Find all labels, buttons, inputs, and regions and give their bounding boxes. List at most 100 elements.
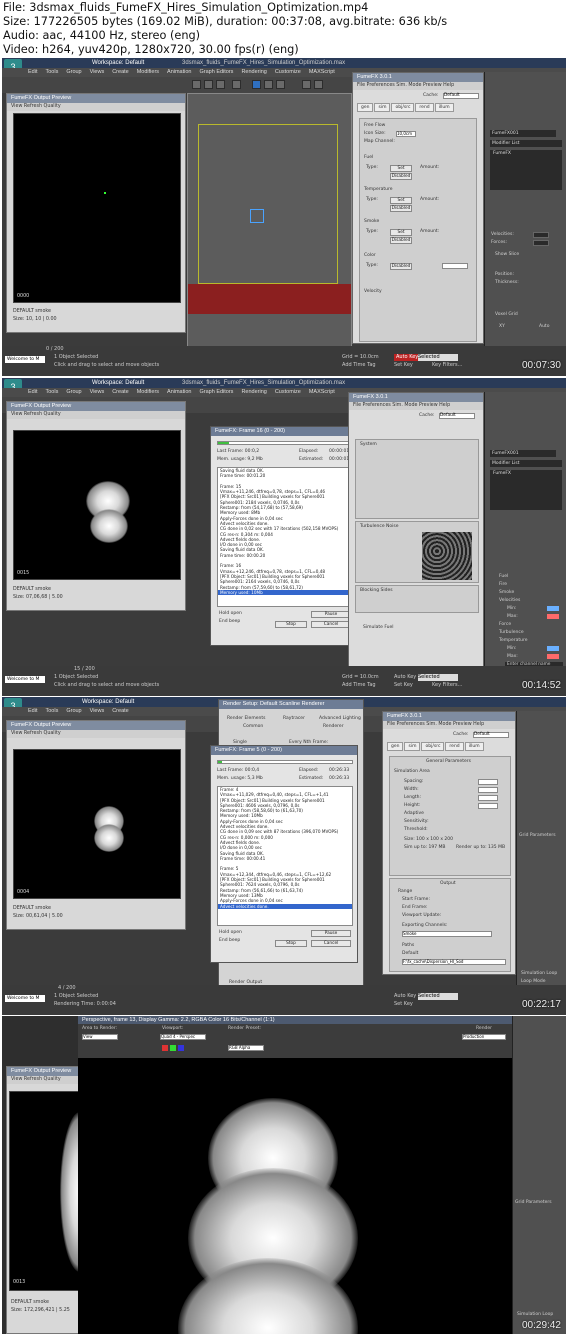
workspace-label[interactable]: Workspace: Default <box>82 697 134 707</box>
menu-customize[interactable]: Customize <box>275 388 301 397</box>
menu-rendering[interactable]: Rendering <box>241 388 266 397</box>
max-color-swatch-2[interactable] <box>547 654 559 659</box>
menu-animation[interactable]: Animation <box>167 388 191 397</box>
log-line[interactable]: CG done in 0,09 sec with 87 iterations (… <box>218 829 352 834</box>
snap-icon[interactable] <box>302 80 311 89</box>
menu-tools[interactable]: Tools <box>45 388 58 397</box>
menu-maxscript[interactable]: MAXScript <box>309 68 335 77</box>
production-dropdown[interactable]: Production <box>462 1034 506 1040</box>
modifier-stack[interactable]: FumeFX <box>490 150 562 190</box>
rotate-icon[interactable] <box>264 80 273 89</box>
fuel-checkbox[interactable]: Fuel <box>499 574 508 580</box>
scale-icon[interactable] <box>276 80 285 89</box>
object-name-field[interactable]: FumeFX001 <box>490 450 556 457</box>
tab-sim[interactable]: sim <box>374 103 391 112</box>
velocities-checkbox[interactable]: Velocities <box>499 598 520 604</box>
menu-maxscript[interactable]: MAXScript <box>309 388 335 397</box>
modifier-list-dropdown[interactable]: Modifier List <box>490 460 562 467</box>
link-icon[interactable] <box>216 80 225 89</box>
cancel-button[interactable]: Cancel <box>311 940 351 947</box>
output-preview-menu[interactable]: View Refresh Quality <box>7 411 185 419</box>
spacing-field[interactable] <box>478 779 498 785</box>
green-channel-icon[interactable] <box>170 1045 176 1051</box>
maxscript-listener[interactable]: Welcome to M <box>5 356 45 363</box>
tab-gen[interactable]: gen <box>357 103 374 112</box>
menu-edit[interactable]: Edit <box>28 707 37 716</box>
hold-open-checkbox[interactable]: Hold open <box>219 611 242 617</box>
simulate-fuel-checkbox[interactable]: Simulate Fuel <box>363 625 394 631</box>
menu-views[interactable]: Views <box>90 68 105 77</box>
viewport-dropdown[interactable]: Quad 4 - Perspec <box>160 1034 206 1040</box>
smoke-checkbox[interactable]: Smoke <box>499 590 514 596</box>
fire-checkbox[interactable]: Fire <box>499 582 507 588</box>
perspective-viewport[interactable] <box>187 93 352 357</box>
undo-icon[interactable] <box>192 80 201 89</box>
key-filters-button[interactable]: Key Filters... <box>432 682 462 689</box>
log-line[interactable]: CG done in 0,02 sec with 17 iterations (… <box>218 526 352 531</box>
area-dropdown[interactable]: View <box>82 1034 118 1040</box>
workspace-label[interactable]: Workspace: Default <box>92 58 144 68</box>
tab-objsrc[interactable]: obj/src <box>421 742 445 751</box>
velocities-field[interactable] <box>533 232 549 238</box>
menu-group[interactable]: Group <box>66 68 81 77</box>
output-preview-menu[interactable]: View Refresh Quality <box>7 103 185 111</box>
max-color-swatch[interactable] <box>547 614 559 619</box>
tab-renderer[interactable]: Renderer <box>323 724 344 730</box>
tab-sim[interactable]: sim <box>404 742 421 751</box>
angle-snap-icon[interactable] <box>314 80 323 89</box>
force-checkbox[interactable]: Force <box>499 622 511 628</box>
menu-graph-editors[interactable]: Graph Editors <box>200 68 234 77</box>
menu-customize[interactable]: Customize <box>275 68 301 77</box>
log-line-selected[interactable]: Memory used: 10Mb <box>218 589 352 596</box>
object-name-field[interactable]: FumeFX001 <box>490 130 556 137</box>
color-disabled-button[interactable]: Disabled <box>390 263 412 270</box>
menu-create[interactable]: Create <box>112 707 129 716</box>
tab-gen[interactable]: gen <box>387 742 404 751</box>
hold-open-checkbox[interactable]: Hold open <box>219 930 242 936</box>
cancel-button[interactable]: Cancel <box>311 621 351 628</box>
forces-field[interactable] <box>533 240 549 246</box>
add-time-tag-button[interactable]: Add Time Tag <box>342 682 376 689</box>
min-color-swatch-2[interactable] <box>547 646 559 651</box>
length-field[interactable] <box>478 795 498 801</box>
temp-set-button[interactable]: Set <box>390 197 412 204</box>
channel-dropdown[interactable]: RGB Alpha <box>228 1045 264 1051</box>
menu-tools[interactable]: Tools <box>45 68 58 77</box>
set-key-button[interactable]: Set Key <box>394 682 413 689</box>
fuel-disabled-button[interactable]: Disabled <box>390 173 412 180</box>
set-key-button[interactable]: Set Key <box>394 362 413 369</box>
menu-tools[interactable]: Tools <box>45 707 58 716</box>
menu-group[interactable]: Group <box>66 707 81 716</box>
menu-modifiers[interactable]: Modifiers <box>137 68 159 77</box>
output-preview-menu[interactable]: View Refresh Quality <box>7 1076 79 1084</box>
stack-item-fumefx[interactable]: FumeFX <box>490 470 562 477</box>
fumefx-menu[interactable]: File Preferences Sim. Mode Preview Help <box>383 721 515 729</box>
tab-raytracer[interactable]: Raytracer <box>283 716 305 722</box>
key-filters-button[interactable]: Key Filters... <box>432 362 462 369</box>
adaptive-checkbox[interactable]: Adaptive <box>404 811 424 817</box>
redo-icon[interactable] <box>204 80 213 89</box>
sphere-emitter[interactable] <box>250 209 264 223</box>
cache-dropdown[interactable]: Default <box>439 413 475 419</box>
red-channel-icon[interactable] <box>162 1045 168 1051</box>
auto-key-button[interactable]: Auto Key <box>394 674 416 681</box>
pause-button[interactable]: Pause <box>311 611 351 618</box>
menu-views[interactable]: Views <box>90 388 105 397</box>
modifier-list-dropdown[interactable]: Modifier List <box>490 140 562 147</box>
end-beep-checkbox[interactable]: End beep <box>219 619 240 625</box>
selected-dropdown[interactable]: Selected <box>418 674 458 681</box>
output-preview-menu[interactable]: View Refresh Quality <box>7 730 185 738</box>
log-line-selected[interactable]: Advect velocities done. <box>218 903 352 909</box>
pause-button[interactable]: Pause <box>311 930 351 937</box>
maxscript-listener[interactable]: Welcome to M <box>5 995 45 1002</box>
tab-common[interactable]: Common <box>243 724 263 730</box>
menu-rendering[interactable]: Rendering <box>241 68 266 77</box>
sim-log-list[interactable]: Frame: 4 Vmax=+11,029, dtfreq=0,40, steps… <box>217 786 353 926</box>
temperature-checkbox[interactable]: Temperature <box>499 638 528 644</box>
render-label[interactable]: Render <box>476 1026 492 1032</box>
move-icon[interactable] <box>252 80 261 89</box>
modifier-stack[interactable]: FumeFX <box>490 470 562 510</box>
cache-dropdown[interactable]: Default <box>473 732 509 738</box>
stack-item-fumefx[interactable]: FumeFX <box>490 150 562 157</box>
menu-graph-editors[interactable]: Graph Editors <box>200 388 234 397</box>
